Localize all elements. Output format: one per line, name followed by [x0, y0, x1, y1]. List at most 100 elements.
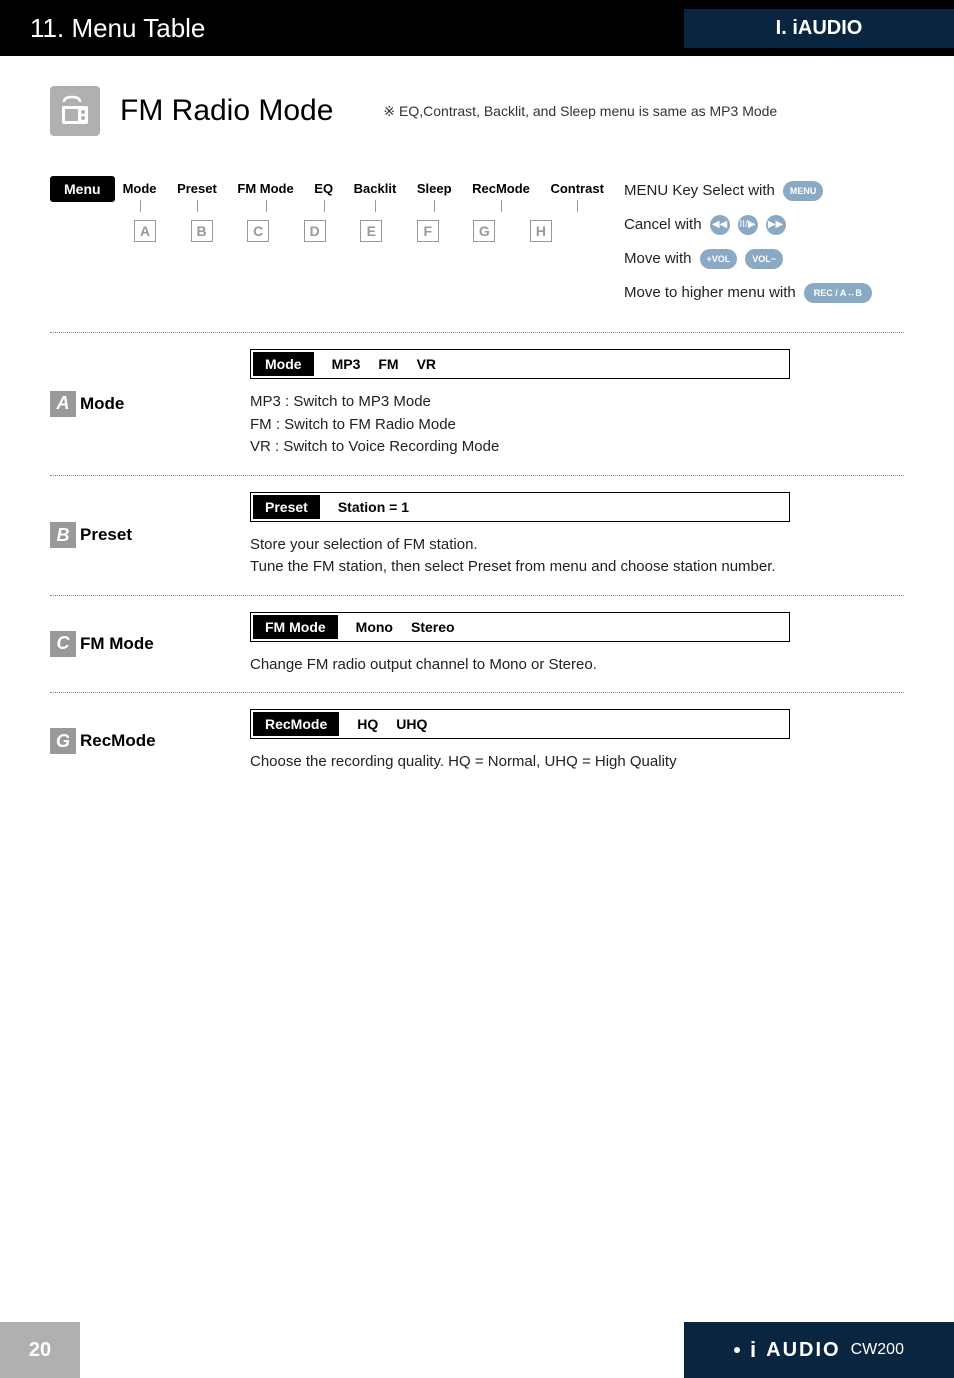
rewind-button-icon: ◀◀	[710, 215, 730, 235]
section-label-text: Preset	[80, 525, 180, 545]
option-bar: Mode MP3 FM VR	[250, 349, 790, 379]
brand-i-icon: i	[750, 1337, 756, 1363]
legend-move: Move with +VOL VOL−	[624, 244, 904, 274]
section-left: GRecMode	[50, 709, 220, 774]
section-right: RecMode HQ UHQ Choose the recording quality…	[250, 709, 904, 774]
menu-item: RecMode	[472, 181, 530, 196]
play-pause-button-icon: II/▶	[738, 215, 758, 235]
section-letter: A	[50, 391, 76, 417]
section-letter: C	[50, 631, 76, 657]
letter-box: D	[304, 220, 326, 242]
letter-box: G	[473, 220, 495, 242]
header-bar: 11. Menu Table I. iAUDIO	[0, 0, 954, 56]
menu-item: Mode	[123, 181, 157, 196]
section-description: Change FM radio output channel to Mono o…	[250, 654, 904, 677]
separator	[50, 332, 904, 333]
option-bar: RecMode HQ UHQ	[250, 709, 790, 739]
section-right: Preset Station = 1 Store your selection of…	[250, 492, 904, 579]
footer-brand: i AUDIO CW200	[684, 1322, 954, 1378]
option-bar-label: FM Mode	[253, 615, 338, 639]
legend: MENU Key Select with MENU Cancel with ◀◀…	[624, 176, 904, 312]
menu-item: Backlit	[354, 181, 397, 196]
option-bar-label: Mode	[253, 352, 314, 376]
letters-container: A B C D E F G H	[122, 220, 552, 242]
section-description: Store your selection of FM station.Tune …	[250, 534, 904, 579]
section-left: BPreset	[50, 492, 220, 579]
menu-bar-left: Menu Mode Preset FM Mode EQ Backlit Sleep RecM…	[50, 176, 604, 242]
brand-logo: AUDIO	[766, 1339, 840, 1362]
separator	[50, 475, 904, 476]
brand-dot-icon	[734, 1347, 740, 1353]
section-row: CFM ModeFM ModeMonoStereoChange FM radio…	[50, 612, 904, 677]
radio-icon	[50, 86, 100, 136]
section-left: AMode	[50, 349, 220, 459]
sections-container: AModeModeMP3FMVRMP3 : Switch to MP3 Mode…	[50, 349, 904, 774]
letter-box: F	[417, 220, 439, 242]
separator	[50, 692, 904, 693]
option-bar-label: Preset	[253, 495, 320, 519]
menu-button-icon: MENU	[783, 181, 824, 201]
page-heading: FM Radio Mode	[120, 94, 333, 128]
option-bar: FM Mode Mono Stereo	[250, 612, 790, 642]
letter-box: B	[191, 220, 213, 242]
letter-box: A	[134, 220, 156, 242]
option-bar-label: RecMode	[253, 712, 339, 736]
section-letter: G	[50, 728, 76, 754]
rec-ab-button-icon: REC / A↔B	[804, 283, 872, 303]
section-label-text: RecMode	[80, 731, 180, 751]
letter-box: H	[530, 220, 552, 242]
legend-higher-text: Move to higher menu with	[624, 278, 796, 308]
brand-model: CW200	[851, 1341, 904, 1359]
option-value: Stereo	[411, 619, 455, 635]
option-value: FM	[378, 356, 398, 372]
section-letter: B	[50, 522, 76, 548]
legend-select: MENU Key Select with MENU	[624, 176, 904, 206]
menu-item: Preset	[177, 181, 217, 196]
forward-button-icon: ▶▶	[766, 215, 786, 235]
legend-select-text: MENU Key Select with	[624, 176, 775, 206]
vol-up-button-icon: +VOL	[700, 249, 738, 269]
section-right: FM Mode Mono Stereo Change FM radio output …	[250, 612, 904, 677]
menu-pill: Menu	[50, 176, 115, 202]
radio-icon-svg	[58, 94, 92, 128]
footer: 20 i AUDIO CW200	[0, 1322, 954, 1378]
legend-higher: Move to higher menu with REC / A↔B	[624, 278, 904, 308]
menu-item: Sleep	[417, 181, 452, 196]
option-value: HQ	[357, 716, 378, 732]
option-value: Station = 1	[338, 499, 409, 515]
content-area: FM Radio Mode ※ EQ,Contrast, Backlit, an…	[0, 56, 954, 814]
page-title-row: FM Radio Mode ※ EQ,Contrast, Backlit, an…	[50, 86, 904, 136]
page-number: 20	[0, 1322, 80, 1378]
section-row: GRecModeRecModeHQUHQChoose the recording…	[50, 709, 904, 774]
page-note: ※ EQ,Contrast, Backlit, and Sleep menu i…	[383, 103, 777, 120]
letters-row: A B C D E F G H	[50, 220, 604, 242]
chapter-title: 11. Menu Table	[30, 13, 684, 44]
menu-bar-row: Menu Mode Preset FM Mode EQ Backlit Sleep RecM…	[50, 176, 904, 312]
section-right: Mode MP3 FM VR MP3 : Switch to MP3 ModeFM : …	[250, 349, 904, 459]
option-value: Mono	[356, 619, 393, 635]
menu-item: Contrast	[550, 181, 603, 196]
section-label-text: FM Mode	[80, 634, 180, 654]
separator	[50, 595, 904, 596]
section-label-text: Mode	[80, 394, 180, 414]
option-value: UHQ	[396, 716, 427, 732]
menu-item: FM Mode	[237, 181, 293, 196]
option-value: MP3	[332, 356, 361, 372]
section-left: CFM Mode	[50, 612, 220, 677]
legend-move-text: Move with	[624, 244, 692, 274]
option-bar: Preset Station = 1	[250, 492, 790, 522]
letter-box: C	[247, 220, 269, 242]
menu-item: EQ	[314, 181, 333, 196]
menu-bar-container: Menu Mode Preset FM Mode EQ Backlit Sleep RecM…	[50, 176, 604, 202]
section-label: I. iAUDIO	[684, 9, 954, 48]
vol-down-button-icon: VOL−	[745, 249, 783, 269]
section-row: BPresetPresetStation = 1Store your selec…	[50, 492, 904, 579]
letter-box: E	[360, 220, 382, 242]
section-row: AModeModeMP3FMVRMP3 : Switch to MP3 Mode…	[50, 349, 904, 459]
menu-items: Mode Preset FM Mode EQ Backlit Sleep RecMode Co…	[115, 176, 604, 196]
legend-cancel-text: Cancel with	[624, 210, 702, 240]
option-value: VR	[417, 356, 436, 372]
section-description: MP3 : Switch to MP3 ModeFM : Switch to F…	[250, 391, 904, 459]
legend-cancel: Cancel with ◀◀ II/▶ ▶▶	[624, 210, 904, 240]
section-description: Choose the recording quality. HQ = Norma…	[250, 751, 904, 774]
